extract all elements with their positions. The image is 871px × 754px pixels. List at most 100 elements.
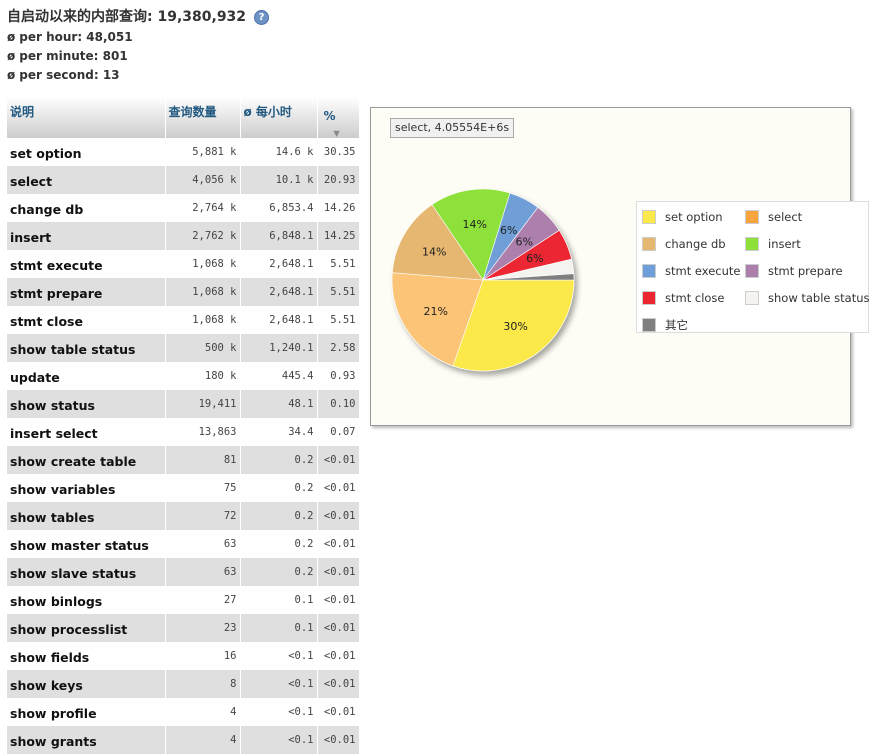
per-hour-cell: 10.1 k <box>240 166 318 194</box>
legend-swatch <box>745 237 759 251</box>
help-icon[interactable]: ? <box>254 9 270 25</box>
per-hour-cell: <0.1 <box>240 670 318 698</box>
legend-label: change db <box>665 237 726 251</box>
legend-item[interactable]: insert <box>745 236 801 252</box>
per-hour-cell: 445.4 <box>240 362 318 390</box>
legend-label: select <box>768 210 803 224</box>
legend-label: set option <box>665 210 723 224</box>
legend-label: stmt execute <box>665 264 741 278</box>
query-type-cell: show profile <box>7 698 166 726</box>
legend-swatch <box>642 318 656 332</box>
percent-cell: <0.01 <box>317 642 360 670</box>
percent-cell: 14.25 <box>317 222 360 250</box>
table-row: stmt prepare 1,068 k 2,648.1 5.51 <box>7 278 360 306</box>
legend-item[interactable]: stmt prepare <box>745 263 843 279</box>
legend-item[interactable]: change db <box>642 236 726 252</box>
legend-item[interactable]: select <box>745 209 802 225</box>
query-type-cell: show processlist <box>7 614 166 642</box>
percent-cell: 20.93 <box>317 166 360 194</box>
sort-descending-icon[interactable]: ▼ <box>331 123 356 138</box>
column-header-per-hour[interactable]: ø 每小时 <box>240 97 318 138</box>
query-count-cell: 1,068 k <box>165 306 241 334</box>
per-hour-cell: 0.1 <box>240 586 318 614</box>
query-count-cell: 1,068 k <box>165 250 241 278</box>
legend-item[interactable]: set option <box>642 209 723 225</box>
percent-cell: 0.07 <box>317 418 360 446</box>
per-hour-cell: 0.1 <box>240 614 318 642</box>
percent-cell: 2.58 <box>317 334 360 362</box>
query-count-cell: 63 <box>165 558 241 586</box>
percent-cell: <0.01 <box>317 726 360 754</box>
query-count-cell: 4 <box>165 726 241 754</box>
column-header-query-count[interactable]: 查询数量 <box>165 97 241 138</box>
table-row: stmt close 1,068 k 2,648.1 5.51 <box>7 306 360 334</box>
percent-cell: <0.01 <box>317 474 360 502</box>
legend-item[interactable]: stmt close <box>642 290 725 306</box>
query-count-cell: 81 <box>165 446 241 474</box>
per-second-rate: ø per second: 13 <box>7 66 269 85</box>
legend-label: stmt prepare <box>768 264 843 278</box>
table-row: show table status 500 k 1,240.1 2.58 <box>7 334 360 362</box>
per-hour-rate: ø per hour: 48,051 <box>7 28 269 47</box>
legend-label: show table status <box>768 291 870 305</box>
table-row: change db 2,764 k 6,853.4 14.26 <box>7 194 360 222</box>
query-type-cell: update <box>7 362 166 390</box>
pie-slices <box>391 188 575 372</box>
query-type-cell: show table status <box>7 334 166 362</box>
query-type-cell: stmt execute <box>7 250 166 278</box>
percent-cell: 14.26 <box>317 194 360 222</box>
query-count-cell: 63 <box>165 530 241 558</box>
query-count-cell: 1,068 k <box>165 278 241 306</box>
query-summary: 自启动以来的内部查询: 19,380,932 ? ø per hour: 48,0… <box>7 6 270 85</box>
table-row: select 4,056 k 10.1 k 20.93 <box>7 166 360 194</box>
average-symbol: ø <box>7 49 16 63</box>
per-hour-cell: 48.1 <box>240 390 318 418</box>
percent-cell: 0.93 <box>317 362 360 390</box>
query-type-cell: show master status <box>7 530 166 558</box>
percent-cell: <0.01 <box>317 502 360 530</box>
per-hour-cell: 2,648.1 <box>240 306 318 334</box>
percent-cell: <0.01 <box>317 530 360 558</box>
per-hour-cell: 6,848.1 <box>240 222 318 250</box>
query-count-cell: 180 k <box>165 362 241 390</box>
percent-cell: 5.51 <box>317 278 360 306</box>
pie-label-6: 6% <box>526 252 543 265</box>
table-row: show status 19,411 48.1 0.10 <box>7 390 360 418</box>
query-count-cell: 72 <box>165 502 241 530</box>
query-count-cell: 19,411 <box>165 390 241 418</box>
per-hour-cell: 6,853.4 <box>240 194 318 222</box>
per-hour-cell: <0.1 <box>240 726 318 754</box>
table-row: show processlist 23 0.1 <0.01 <box>7 614 360 642</box>
column-header-description[interactable]: 说明 <box>7 97 166 138</box>
query-type-cell: show create table <box>7 446 166 474</box>
percent-cell: <0.01 <box>317 614 360 642</box>
per-hour-cell: 14.6 k <box>240 138 318 166</box>
table-row: show slave status 63 0.2 <0.01 <box>7 558 360 586</box>
average-symbol: ø <box>7 30 16 44</box>
percent-cell: <0.01 <box>317 670 360 698</box>
query-type-cell: show fields <box>7 642 166 670</box>
per-hour-cell: 0.2 <box>240 530 318 558</box>
query-type-cell: show tables <box>7 502 166 530</box>
legend-swatch <box>745 264 759 278</box>
table-row: show create table 81 0.2 <0.01 <box>7 446 360 474</box>
query-count-cell: 5,881 k <box>165 138 241 166</box>
query-type-cell: show variables <box>7 474 166 502</box>
per-minute-rate: ø per minute: 801 <box>7 47 269 66</box>
legend-label: insert <box>768 237 801 251</box>
legend-item[interactable]: stmt execute <box>642 263 740 279</box>
per-hour-cell: 1,240.1 <box>240 334 318 362</box>
legend-item[interactable]: show table status <box>745 290 870 306</box>
query-stats-table: 说明 查询数量 ø 每小时 % ▼ set option 5,881 k 14.6 k… <box>7 97 360 754</box>
per-hour-cell: <0.1 <box>240 698 318 726</box>
column-header-percent[interactable]: % ▼ <box>317 97 360 138</box>
query-type-cell: set option <box>7 138 166 166</box>
percent-cell: 5.51 <box>317 250 360 278</box>
table-row: insert select 13,863 34.4 0.07 <box>7 418 360 446</box>
table-row: show grants 4 <0.1 <0.01 <box>7 726 360 754</box>
table-row: show binlogs 27 0.1 <0.01 <box>7 586 360 614</box>
pie-label-3: 14% <box>463 218 487 231</box>
table-header-row: 说明 查询数量 ø 每小时 % ▼ <box>7 97 360 138</box>
query-type-cell: select <box>7 166 166 194</box>
legend-item[interactable]: 其它 <box>642 317 688 333</box>
